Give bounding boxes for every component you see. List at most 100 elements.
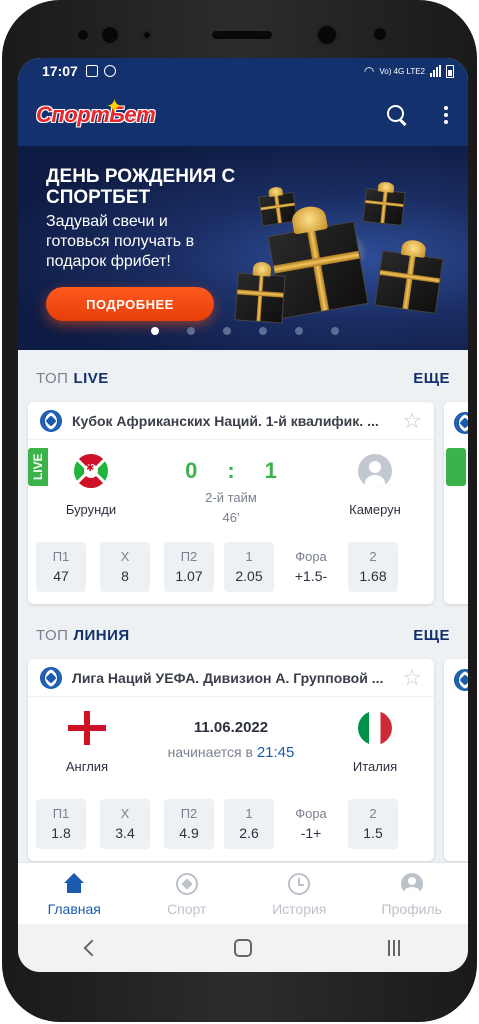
search-icon[interactable] [386, 104, 408, 126]
status-notification-icons [85, 65, 116, 77]
nav-label: История [272, 901, 327, 917]
live-badge-peek [446, 448, 466, 486]
carousel-dot-5[interactable] [295, 327, 303, 335]
odd-value: +1.5- [294, 568, 328, 584]
home-icon [62, 873, 86, 895]
odd-label: 2 [369, 806, 377, 821]
network-label: Vo) 4G LTE2 [379, 66, 425, 76]
odd-handicap-1[interactable]: 1 2.05 [224, 542, 274, 592]
odd-label: 1 [245, 549, 253, 564]
event-card-header: Кубок Африканских Наций. 1-й квалифик. .… [28, 402, 434, 440]
system-home-icon[interactable] [234, 939, 252, 957]
burundi-flag-icon [74, 454, 108, 488]
carousel-dot-3[interactable] [223, 327, 231, 335]
carousel-dot-6[interactable] [331, 327, 339, 335]
line-event-card[interactable]: Лига Наций УЕФА. Дивизион А. Групповой .… [28, 659, 434, 861]
carousel-dot-4[interactable] [259, 327, 267, 335]
more-menu-icon[interactable] [442, 106, 450, 124]
odd-p2[interactable]: П2 1.07 [164, 542, 214, 592]
recents-icon[interactable] [388, 940, 400, 956]
phone-frame: 17:07 ◠ Vo) 4G LTE2 СпортБет ✦ ДЕНЬ РОЖД… [2, 0, 477, 1022]
status-bar: 17:07 ◠ Vo) 4G LTE2 [18, 58, 468, 84]
odd-p2[interactable]: П2 4.9 [164, 799, 214, 849]
profile-icon [400, 873, 423, 895]
match-period: 2-й тайм [205, 490, 257, 505]
battery-icon [446, 64, 454, 78]
team-placeholder-icon [358, 454, 392, 488]
carousel-dot-1[interactable] [151, 327, 159, 335]
section-prefix: ТОП [36, 626, 69, 644]
odd-handicap-2[interactable]: 2 1.68 [348, 542, 398, 592]
outcome-odds: П1 47 Х8 П2 1.07 [36, 542, 214, 592]
match-minute: 46' [222, 510, 240, 525]
football-icon [454, 412, 468, 434]
bottom-navigation: Главная Спорт История Профиль [18, 862, 468, 924]
section-prefix: ТОП [36, 369, 69, 387]
odd-value: 1.07 [175, 568, 203, 584]
home-team-name: Англия [65, 759, 109, 774]
app-notification-icon [103, 65, 116, 77]
nav-profile[interactable]: Профиль [356, 863, 469, 924]
camera-bar [2, 0, 477, 60]
front-camera [316, 24, 338, 46]
football-icon [40, 409, 62, 432]
back-icon[interactable] [83, 939, 101, 957]
league-name: Кубок Африканских Наций. 1-й квалифик. .… [72, 412, 379, 429]
odd-handicap-2[interactable]: 2 1.5 [348, 799, 398, 849]
match-start: начинается в 21:45 [146, 744, 316, 761]
gift-box-icon [362, 181, 406, 226]
starts-label: начинается в [167, 744, 253, 760]
carousel-dots [18, 327, 468, 335]
england-flag-icon [68, 711, 106, 745]
away-team-name: Италия [352, 759, 398, 774]
away-team-name: Камерун [349, 502, 401, 517]
carousel-dot-2[interactable] [187, 327, 195, 335]
odd-label: 2 [369, 549, 377, 564]
away-team: Италия [320, 711, 430, 774]
nav-sport[interactable]: Спорт [131, 863, 244, 924]
football-icon [454, 669, 468, 691]
handicap-odds: 1 2.05 Фора +1.5- 2 1.68 [224, 542, 398, 592]
home-team: Англия [32, 711, 142, 774]
odd-value: 4.9 [179, 825, 199, 841]
favorite-star-icon[interactable]: ☆ [402, 665, 422, 691]
odd-x[interactable]: Х8 [100, 542, 150, 592]
odd-handicap-1[interactable]: 1 2.6 [224, 799, 274, 849]
banner-more-button[interactable]: ПОДРОБНЕЕ [46, 287, 214, 321]
odd-label: Х [120, 806, 130, 821]
odd-p1[interactable]: П1 47 [36, 542, 86, 592]
odd-value: 1.68 [359, 568, 387, 584]
odd-x[interactable]: Х 3.4 [100, 799, 150, 849]
odd-value: 47 [53, 568, 69, 584]
wifi-icon: ◠ [363, 64, 375, 78]
live-more-link[interactable]: ЕЩЕ [413, 370, 450, 387]
nav-history[interactable]: История [243, 863, 356, 924]
odd-label: П2 [180, 806, 198, 821]
line-more-link[interactable]: ЕЩЕ [413, 627, 450, 644]
sportbet-logo[interactable]: СпортБет ✦ [36, 96, 156, 128]
history-icon [288, 873, 311, 895]
gallery-icon [85, 65, 98, 77]
score-separator: : [227, 458, 235, 483]
home-score: 0 [185, 458, 198, 483]
odd-value: 2.6 [239, 825, 259, 841]
home-team: Бурунди [36, 454, 146, 517]
odd-value: 2.05 [235, 568, 263, 584]
football-icon [40, 666, 62, 689]
section-kind: ЛИНИЯ [73, 626, 130, 644]
next-live-card[interactable] [444, 402, 468, 604]
start-time: 21:45 [256, 744, 295, 761]
nav-home[interactable]: Главная [18, 863, 131, 924]
odd-p1[interactable]: П1 1.8 [36, 799, 86, 849]
sensor-dot [76, 28, 90, 42]
promo-banner[interactable]: ДЕНЬ РОЖДЕНИЯ С СПОРТБЕТ Задувай свечи и… [18, 146, 468, 350]
odd-label: П1 [52, 549, 70, 564]
gift-box-icon [234, 261, 286, 324]
screen: 17:07 ◠ Vo) 4G LTE2 СпортБет ✦ ДЕНЬ РОЖД… [18, 58, 468, 972]
nav-label: Спорт [167, 901, 207, 917]
favorite-star-icon[interactable]: ☆ [402, 408, 422, 434]
next-line-card[interactable] [444, 659, 468, 861]
live-odds-row: П1 47 Х8 П2 1.07 1 2.05 Фора +1.5- 2 1.68 [36, 542, 398, 592]
live-event-card[interactable]: Кубок Африканских Наций. 1-й квалифик. .… [28, 402, 434, 604]
odd-label: Фора [295, 806, 327, 821]
